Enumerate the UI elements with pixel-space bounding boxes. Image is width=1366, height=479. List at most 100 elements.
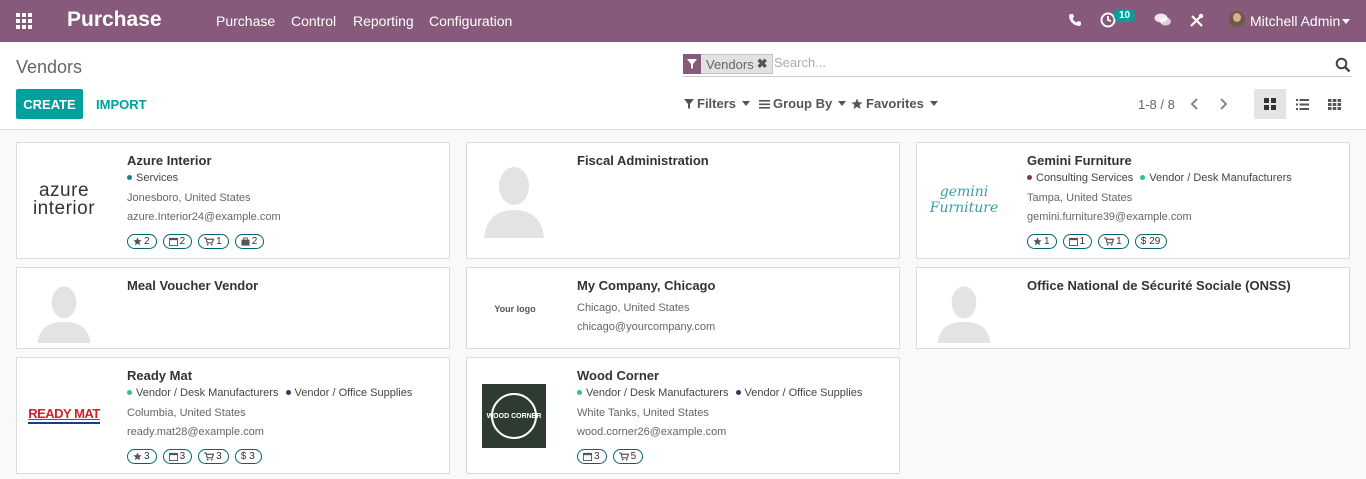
vendor-name: Wood Corner [577,368,660,383]
list-icon [1295,98,1309,110]
favorites-label: Favorites [866,96,924,111]
vendor-logo: WOOD CORNER [482,384,546,448]
menu-configuration[interactable]: Configuration [429,13,512,29]
menu-reporting[interactable]: Reporting [353,13,414,29]
user-menu-caret-icon[interactable] [1342,19,1350,24]
vendor-location: Jonesboro, United States [127,192,251,204]
stat-value: 1 [1116,236,1122,247]
messaging-chat-icon[interactable] [1154,12,1172,28]
star-icon [133,452,142,461]
vendor-name: Azure Interior [127,153,212,168]
cart-icon [204,452,215,461]
tag-label: Vendor / Desk Manufacturers [136,387,279,399]
vendor-logo: azure interior [32,158,96,242]
calendar-icon [583,452,592,461]
vendor-card[interactable]: Meal Voucher Vendor [16,267,450,349]
vendor-card[interactable]: Fiscal Administration [466,142,900,259]
stat-badge[interactable]: $3 [234,449,262,464]
menu-purchase[interactable]: Purchase [216,13,275,29]
filters-label: Filters [697,96,737,111]
calendar-icon [168,452,178,461]
logo-underline [28,422,100,424]
star-icon [133,237,142,246]
activity-count-badge: 10 [1114,9,1136,22]
cart-icon [1104,237,1115,246]
kanban-grid-icon [1264,98,1276,110]
dollar-icon: $ [240,451,247,462]
vendor-card[interactable]: READY MAT Ready Mat Vendor / Desk Manufa… [16,357,450,474]
vendor-name: Fiscal Administration [577,153,709,168]
tag-color-dot [127,175,132,180]
phone-icon[interactable] [1068,13,1082,27]
vendor-tags: Services [127,172,182,184]
star-icon [1033,237,1042,246]
vendor-tag: Vendor / Office Supplies [285,387,413,399]
stat-badge[interactable]: 3 [162,449,193,464]
list-view-button[interactable] [1286,89,1318,119]
pivot-view-button[interactable] [1318,89,1350,119]
vendor-email: gemini.furniture39@example.com [1027,211,1192,223]
tag-label: Consulting Services [1036,172,1134,184]
stat-badge[interactable]: $29 [1134,234,1168,249]
pager-next-icon[interactable] [1215,96,1231,112]
tag-label: Vendor / Desk Manufacturers [586,387,729,399]
filter-icon [684,98,694,109]
create-button[interactable]: CREATE [16,89,83,119]
stat-badge[interactable]: 2 [162,234,193,249]
stat-badge[interactable]: 5 [612,449,644,464]
app-brand[interactable]: Purchase [67,8,162,32]
vendor-avatar-placeholder [482,158,546,242]
stat-badge[interactable]: 2 [234,234,265,249]
vendor-card[interactable]: azure interior Azure Interior Services J… [16,142,450,259]
logo-text: gemini Furniture [929,184,999,216]
stat-value: 1 [1044,236,1050,247]
logo-text: WOOD CORNER [486,412,542,420]
tag-color-dot [285,390,291,395]
calendar-icon [168,237,178,246]
vendor-card[interactable]: Office National de Sécurité Sociale (ONS… [916,267,1350,349]
vendor-tag: Vendor / Desk Manufacturers [1140,172,1292,184]
vendor-stats: 2 2 1 2 [127,234,270,249]
stat-badge[interactable]: 1 [198,234,229,249]
menu-control[interactable]: Control [291,13,336,29]
vendor-card[interactable]: WOOD CORNER Wood Corner Vendor / Desk Ma… [466,357,900,474]
import-button[interactable]: IMPORT [96,97,147,112]
favorites-dropdown[interactable]: Favorites [851,96,938,111]
stat-badge[interactable]: 2 [127,234,157,249]
stat-badge[interactable]: 1 [1027,234,1057,249]
control-panel: Vendors Vendors ✖ CREATE IMPORT Filters … [0,42,1366,130]
stat-value: 29 [1149,236,1161,247]
user-avatar[interactable] [1229,11,1245,27]
stat-badge[interactable]: 3 [127,449,157,464]
vendor-card[interactable]: gemini Furniture Gemini Furniture Consul… [916,142,1350,259]
filters-dropdown[interactable]: Filters [684,96,751,111]
vendor-avatar-placeholder [932,283,996,343]
group-by-dropdown[interactable]: Group By [759,96,847,111]
person-placeholder-icon [484,167,544,238]
user-menu-name[interactable]: Mitchell Admin [1250,13,1340,29]
top-navbar: Purchase Purchase Control Reporting Conf… [0,0,1366,42]
chevron-down-icon [838,101,847,106]
vendor-tags: Vendor / Desk Manufacturers Vendor / Off… [577,387,866,399]
facet-remove-icon[interactable]: ✖ [757,56,772,72]
pager-value[interactable]: 1-8 / 8 [1138,97,1175,112]
vendor-card[interactable]: Your logo My Company, Chicago Chicago, U… [466,267,900,349]
vendor-logo: READY MAT [28,373,100,457]
debug-tools-icon[interactable] [1189,13,1204,28]
pager-previous-icon[interactable] [1187,96,1203,112]
app-menu-grid-icon[interactable] [16,13,34,29]
tag-label: Vendor / Office Supplies [294,387,413,399]
stat-badge[interactable]: 1 [1062,234,1093,249]
search-icon[interactable] [1335,57,1351,73]
vendor-name: Office National de Sécurité Sociale (ONS… [1027,278,1291,293]
stat-badge[interactable]: 3 [577,449,607,464]
vendor-name: Gemini Furniture [1027,153,1132,168]
kanban-view-button[interactable] [1254,89,1286,119]
facet-label: Vendors [706,56,754,72]
star-icon [851,98,863,109]
stat-badge[interactable]: 1 [1098,234,1129,249]
tag-color-dot [1140,175,1146,180]
stat-badge[interactable]: 3 [198,449,229,464]
search-input[interactable] [774,55,1314,70]
vendor-stats: 3 3 3 $3 [127,449,268,464]
